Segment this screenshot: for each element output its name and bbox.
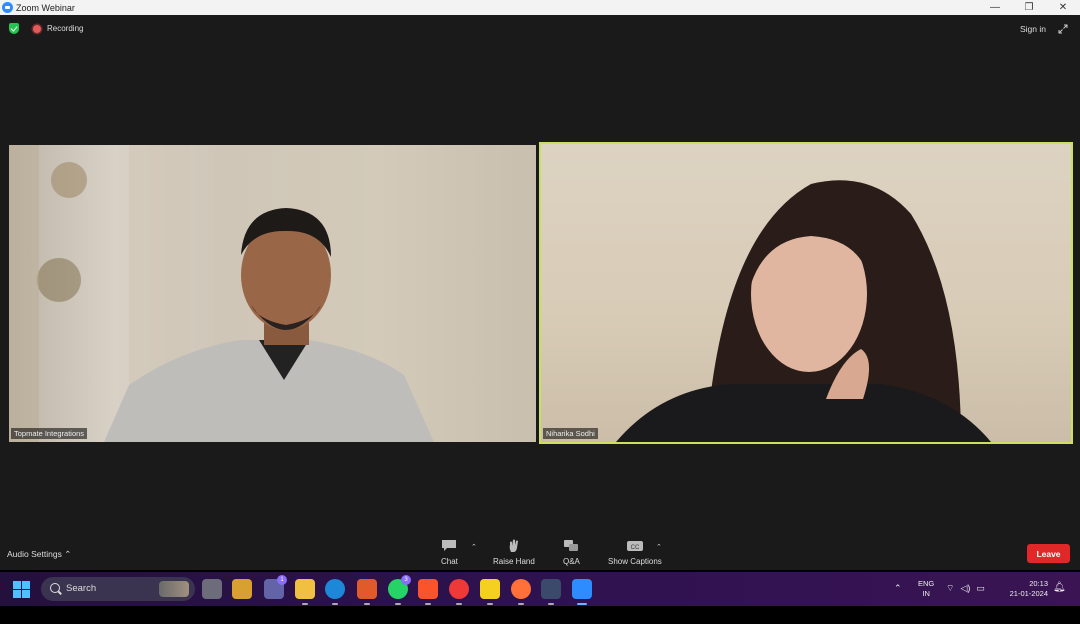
search-placeholder: Search <box>66 583 97 594</box>
show-captions-label: Show Captions <box>608 557 662 566</box>
qa-icon <box>564 540 579 551</box>
meeting-area: Recording Sign in Topmate Integrations N… <box>0 15 1080 570</box>
taskbar-search-box[interactable]: Search <box>41 577 195 601</box>
task-view-icon[interactable] <box>202 579 222 599</box>
language-code: ENG <box>918 579 935 588</box>
sticky-notes-icon[interactable] <box>480 579 500 605</box>
widgets-icon[interactable] <box>232 579 252 599</box>
teams-badge: 1 <box>277 575 287 585</box>
captions-options-caret-icon[interactable]: ⌃ <box>656 543 662 551</box>
teams-icon[interactable]: 1 <box>264 575 287 599</box>
participant-video <box>616 180 991 442</box>
recording-icon <box>33 25 41 33</box>
mail-icon[interactable] <box>357 579 377 605</box>
video-tile-niharika[interactable]: Niharika Sodhi <box>539 142 1073 444</box>
show-captions-button[interactable]: CC Show Captions <box>608 539 662 566</box>
windows-taskbar: Search 1 3 ⌃ ENG IN ⌔ ◁) ▭ 20:13 21-01-2… <box>0 572 1080 606</box>
chat-button[interactable]: Chat <box>441 539 458 566</box>
snipping-tool-icon[interactable] <box>541 579 561 605</box>
raise-hand-button[interactable]: Raise Hand <box>493 539 535 566</box>
title-bar: Zoom Webinar — ❐ ✕ <box>0 0 1080 15</box>
fullscreen-icon[interactable] <box>1058 24 1068 34</box>
qa-label: Q&A <box>563 557 580 566</box>
restore-button[interactable]: ❐ <box>1012 0 1046 15</box>
leave-button[interactable]: Leave <box>1027 544 1070 563</box>
window-controls: — ❐ ✕ <box>978 0 1080 15</box>
chat-label: Chat <box>441 557 458 566</box>
svg-text:CC: CC <box>631 545 640 551</box>
raise-hand-icon <box>509 539 518 552</box>
encryption-shield-icon[interactable] <box>9 23 19 34</box>
windows-start-icon[interactable] <box>13 581 30 598</box>
chat-options-caret-icon[interactable]: ⌃ <box>471 543 477 551</box>
chat-icon <box>442 540 457 551</box>
participant-name-label: Topmate Integrations <box>11 428 88 439</box>
raise-hand-label: Raise Hand <box>493 557 535 566</box>
qa-button[interactable]: Q&A <box>563 539 580 566</box>
participant-video <box>9 145 434 442</box>
minimize-button[interactable]: — <box>978 0 1012 15</box>
zoom-taskbar-icon[interactable] <box>572 579 592 605</box>
sign-in-link[interactable]: Sign in <box>1020 24 1046 34</box>
search-highlight-image <box>159 581 189 597</box>
audio-settings-label: Audio Settings <box>7 549 62 559</box>
clock-time: 20:13 <box>1029 579 1048 588</box>
firefox-icon[interactable] <box>511 579 531 605</box>
captions-icon: CC <box>626 541 643 551</box>
language-region: IN <box>922 589 930 598</box>
zoom-logo-icon <box>2 2 13 13</box>
edge-icon[interactable] <box>325 579 345 605</box>
screen-bottom-edge <box>0 606 1080 624</box>
file-explorer-icon[interactable] <box>295 579 315 605</box>
close-button[interactable]: ✕ <box>1046 0 1080 15</box>
participant-name-label: Niharika Sodhi <box>543 428 598 439</box>
video-tile-topmate[interactable]: Topmate Integrations <box>9 145 536 442</box>
whatsapp-badge: 3 <box>401 575 411 585</box>
recording-label: Recording <box>47 24 84 33</box>
vivaldi-icon[interactable] <box>449 579 469 605</box>
clock-date: 21-01-2024 <box>1009 589 1048 598</box>
brave-icon[interactable] <box>418 579 438 605</box>
audio-settings-button[interactable]: Audio Settings ⌃ <box>7 549 71 560</box>
meeting-top-bar: Recording Sign in <box>0 15 1080 43</box>
search-icon <box>50 583 60 593</box>
window-title: Zoom Webinar <box>16 2 75 13</box>
whatsapp-icon[interactable]: 3 <box>388 575 411 605</box>
